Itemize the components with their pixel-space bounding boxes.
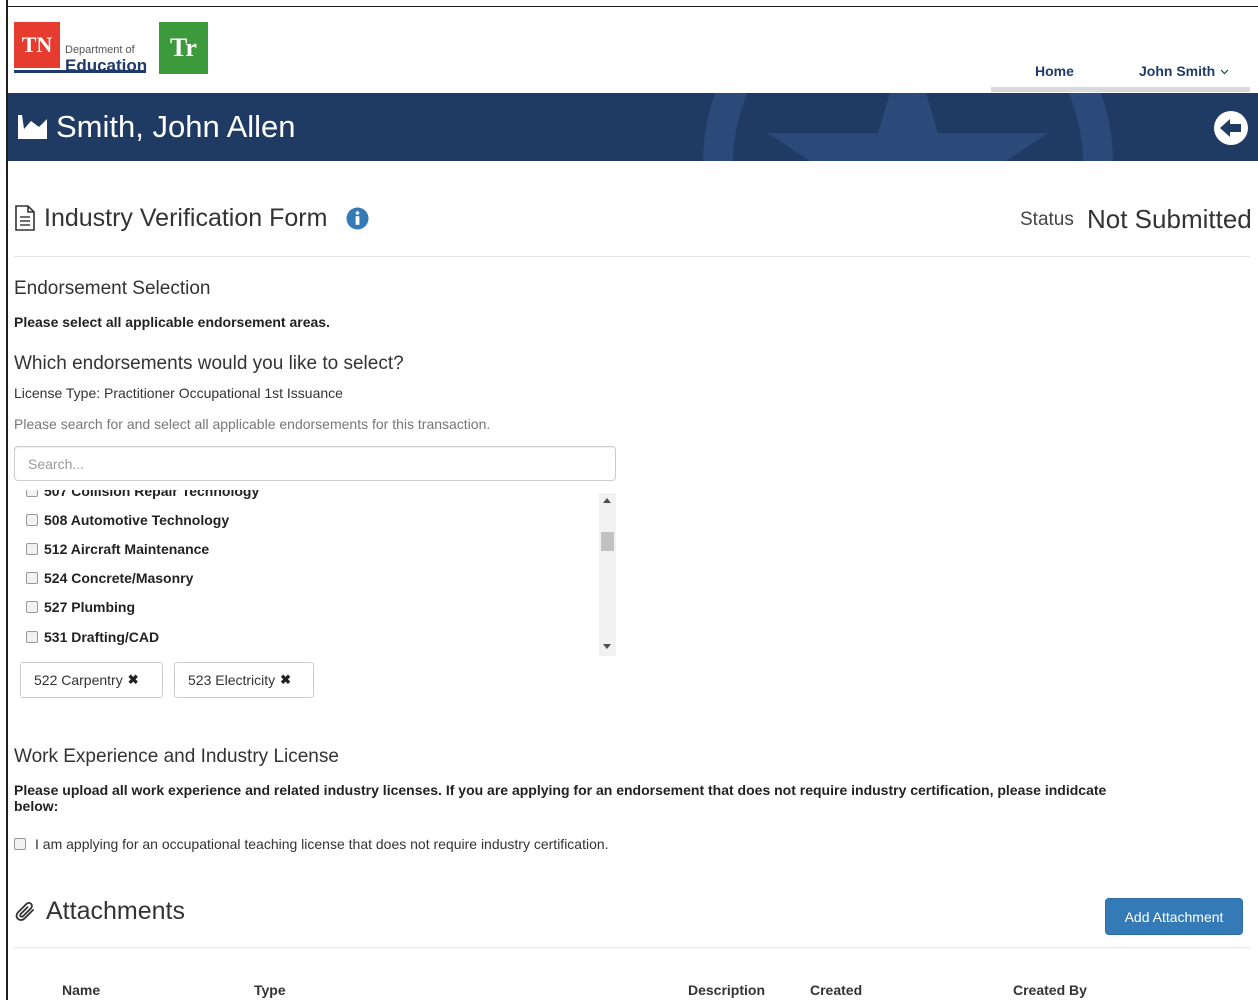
divider (14, 256, 1250, 257)
checkbox[interactable] (26, 514, 38, 526)
back-arrow-icon[interactable] (1213, 110, 1249, 146)
column-header-name[interactable]: Name (62, 982, 100, 998)
nav-active-underline (991, 87, 1250, 92)
endorsement-search-input[interactable] (14, 446, 616, 481)
checkbox[interactable] (26, 572, 38, 584)
endorsement-option-label: 527 Plumbing (44, 599, 136, 615)
endorsement-note: Please select all applicable endorsement… (14, 314, 330, 330)
remove-tag-icon[interactable]: ✖ (280, 672, 291, 688)
logo-education-text: Education (65, 56, 148, 75)
profile-name-title: Smith, John Allen (56, 109, 296, 144)
selected-endorsement-tag[interactable]: 523 Electricity ✖ (174, 662, 314, 698)
endorsement-option-label: 524 Concrete/Masonry (44, 570, 194, 586)
form-title: Industry Verification Form (44, 204, 328, 232)
window-border-top (6, 6, 1258, 7)
endorsement-option[interactable]: 527 Plumbing (26, 597, 135, 617)
status-value: Not Submitted (1087, 204, 1252, 234)
endorsement-help-text: Please search for and select all applica… (14, 416, 491, 432)
page: TN Department of Education Tr Home John … (0, 0, 1258, 1000)
license-type-text: License Type: Practitioner Occupational … (14, 385, 343, 401)
endorsement-list[interactable]: 507 Collision Repair Technology 508 Auto… (14, 490, 616, 656)
logo-dept-text: Department of (65, 44, 135, 56)
endorsement-option-label: 508 Automotive Technology (44, 512, 230, 528)
logo-underline (14, 70, 146, 73)
scroll-down-arrow-icon[interactable] (603, 644, 611, 649)
endorsement-option-label: 531 Drafting/CAD (44, 629, 160, 645)
endorsement-section-title: Endorsement Selection (14, 278, 211, 299)
work-note: Please upload all work experience and re… (14, 782, 1250, 814)
tr-logo[interactable]: Tr (159, 22, 208, 74)
endorsement-option-label: 512 Aircraft Maintenance (44, 541, 210, 557)
checkbox[interactable] (26, 601, 38, 613)
endorsement-option[interactable]: 507 Collision Repair Technology (26, 490, 259, 501)
work-note-line1: Please upload all work experience and re… (14, 782, 1107, 798)
profile-banner: Smith, John Allen (8, 93, 1258, 161)
paperclip-icon (15, 902, 34, 921)
divider (14, 947, 1250, 948)
checkbox[interactable] (26, 490, 38, 497)
endorsement-question: Which endorsements would you like to sel… (14, 353, 404, 374)
no-certification-option[interactable]: I am applying for an occupational teachi… (14, 836, 609, 852)
add-attachment-button[interactable]: Add Attachment (1105, 898, 1243, 935)
column-header-created-by[interactable]: Created By (1013, 982, 1087, 998)
list-scrollbar[interactable] (599, 493, 616, 656)
list-scrollbar-thumb[interactable] (601, 532, 614, 551)
column-header-description[interactable]: Description (688, 982, 765, 998)
status-label: Status (1020, 209, 1074, 230)
nav-home-link[interactable]: Home (1035, 63, 1074, 79)
work-note-line2: below: (14, 798, 59, 814)
no-certification-checkbox[interactable] (14, 838, 26, 850)
endorsement-option[interactable]: 531 Drafting/CAD (26, 627, 159, 647)
nav-user-menu[interactable]: John Smith (1139, 63, 1229, 79)
endorsement-option[interactable]: 512 Aircraft Maintenance (26, 539, 209, 559)
checkbox[interactable] (26, 631, 38, 643)
endorsement-option[interactable]: 508 Automotive Technology (26, 510, 229, 530)
selected-endorsement-tag[interactable]: 522 Carpentry ✖ (20, 662, 163, 698)
chevron-down-icon (1220, 69, 1229, 75)
attachments-title: Attachments (46, 897, 185, 925)
tn-logo[interactable]: TN (14, 22, 60, 68)
document-icon (15, 205, 35, 231)
star-seal-decoration (703, 93, 1113, 161)
tag-label: 522 Carpentry (34, 672, 123, 688)
checkbox[interactable] (26, 543, 38, 555)
nav-user-label: John Smith (1139, 63, 1216, 79)
column-header-type[interactable]: Type (254, 982, 286, 998)
scroll-up-arrow-icon[interactable] (603, 498, 611, 503)
column-header-created[interactable]: Created (810, 982, 862, 998)
remove-tag-icon[interactable]: ✖ (128, 672, 139, 688)
no-certification-label: I am applying for an occupational teachi… (35, 836, 609, 852)
area-chart-icon (18, 115, 47, 139)
endorsement-option-label: 507 Collision Repair Technology (44, 490, 260, 499)
work-section-title: Work Experience and Industry License (14, 746, 339, 767)
endorsement-option[interactable]: 524 Concrete/Masonry (26, 568, 193, 588)
info-icon[interactable] (346, 207, 369, 230)
tag-label: 523 Electricity (188, 672, 276, 688)
